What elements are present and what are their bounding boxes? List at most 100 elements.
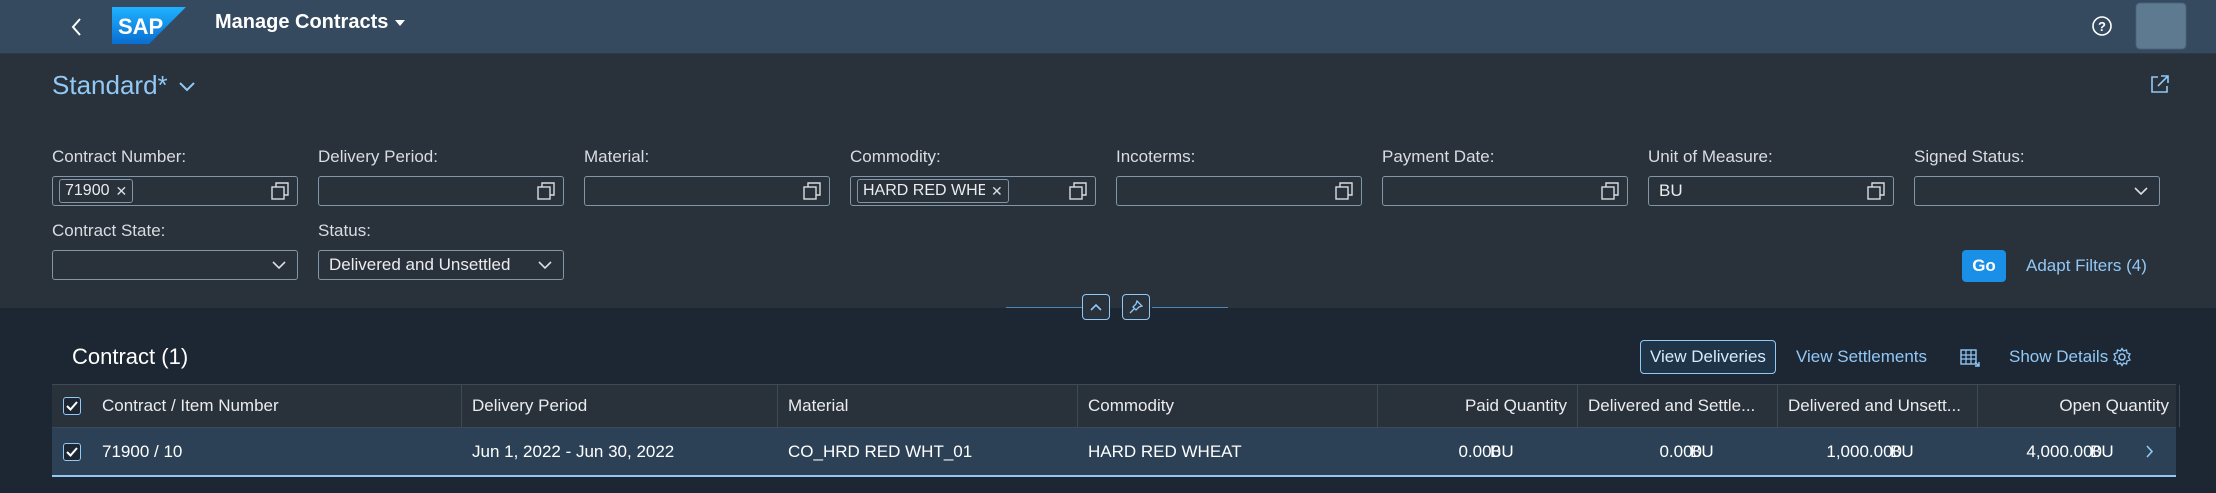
filter-label: Payment Date: (1382, 147, 1495, 166)
filter-label: Incoterms: (1116, 147, 1196, 166)
value-help-icon[interactable] (1335, 182, 1353, 200)
filter-contract-state: Contract State: (52, 220, 298, 280)
table-row[interactable]: 71900 / 10 Jun 1, 2022 - Jun 30, 2022 CO… (52, 428, 2176, 477)
filter-token[interactable]: 71900 ✕ (59, 179, 134, 203)
column-header[interactable]: Open Quantity (1978, 385, 2180, 427)
app-title-menu[interactable]: Manage Contracts (215, 11, 406, 34)
value-help-icon[interactable] (537, 182, 555, 200)
user-avatar[interactable] (2136, 3, 2186, 49)
filter-contract-number: Contract Number: 71900 ✕ (52, 146, 298, 206)
help-icon: ? (2092, 16, 2112, 36)
checkmark-icon (66, 401, 78, 411)
column-header[interactable]: Delivery Period (462, 385, 778, 427)
filter-payment-date: Payment Date: (1382, 146, 1628, 206)
collapse-header-button[interactable] (1082, 294, 1110, 320)
column-header[interactable]: Material (778, 385, 1078, 427)
chevron-down-icon (178, 81, 195, 91)
variant-management[interactable]: Standard* (52, 70, 196, 101)
contract-state-select[interactable] (52, 250, 298, 280)
unit-of-measure-input[interactable]: BU (1648, 176, 1894, 206)
chevron-down-icon[interactable] (537, 258, 553, 272)
share-button[interactable] (2146, 70, 2174, 98)
svg-text:SAP: SAP (118, 14, 163, 39)
table-settings-button[interactable] (2110, 340, 2134, 374)
filter-signed-status: Signed Status: (1914, 146, 2160, 206)
filter-material: Material: (584, 146, 830, 206)
contracts-table: Contract (1) View Deliveries View Settle… (52, 330, 2180, 492)
pin-icon (1129, 300, 1143, 314)
divider-line (1152, 307, 1228, 308)
column-header[interactable]: Paid Quantity (1378, 385, 1578, 427)
contract-number-input[interactable]: 71900 ✕ (52, 176, 298, 206)
status-select[interactable]: Delivered and Unsettled (318, 250, 564, 280)
view-settlements-button[interactable]: View Settlements (1796, 340, 1927, 374)
filter-label: Commodity: (850, 147, 941, 166)
back-button[interactable] (62, 12, 92, 42)
filter-delivery-period: Delivery Period: (318, 146, 564, 206)
table-title: Contract (1) (72, 344, 189, 369)
svg-text:?: ? (2098, 19, 2106, 34)
filter-token[interactable]: HARD RED WHEAT ✕ (857, 179, 1009, 203)
incoterms-input[interactable] (1116, 176, 1362, 206)
spreadsheet-export-icon (1960, 349, 1980, 367)
value-help-icon[interactable] (271, 182, 289, 200)
pin-header-button[interactable] (1122, 294, 1150, 320)
chevron-right-icon (2146, 445, 2154, 458)
show-details-button[interactable]: Show Details (2009, 340, 2108, 374)
triangle-down-icon (395, 19, 406, 26)
chevron-down-icon[interactable] (271, 258, 287, 272)
delivery-period-input[interactable] (318, 176, 564, 206)
cell-delivered-settled-uom: BU (1690, 442, 1714, 461)
sap-logo[interactable]: SAP (112, 7, 186, 44)
cell-delivery-period: Jun 1, 2022 - Jun 30, 2022 (472, 442, 675, 461)
value-help-icon[interactable] (803, 182, 821, 200)
table-header: Contract / Item Number Delivery Period M… (52, 384, 2180, 428)
filter-bar: Standard* Contract Number: 71900 ✕ Deliv… (0, 54, 2216, 308)
gear-icon (2113, 347, 2131, 367)
column-header[interactable]: Commodity (1078, 385, 1378, 427)
filter-incoterms: Incoterms: (1116, 146, 1362, 206)
field-value: BU (1659, 181, 1683, 200)
variant-name: Standard* (52, 70, 168, 100)
filter-label: Status: (318, 221, 371, 240)
signed-status-select[interactable] (1914, 176, 2160, 206)
column-header[interactable]: Delivered and Unsett... (1778, 385, 1978, 427)
filter-label: Delivery Period: (318, 147, 438, 166)
cell-paid-uom: BU (1490, 442, 1514, 461)
cell-commodity: HARD RED WHEAT (1088, 442, 1242, 461)
app-title: Manage Contracts (215, 11, 389, 33)
filter-commodity: Commodity: HARD RED WHEAT ✕ (850, 146, 1096, 206)
divider-line (1006, 307, 1082, 308)
go-button[interactable]: Go (1962, 250, 2006, 282)
row-checkbox[interactable] (63, 443, 81, 461)
cell-open-uom: BU (2090, 442, 2114, 461)
cell-material: CO_HRD RED WHT_01 (788, 442, 973, 461)
field-value: Delivered and Unsettled (329, 255, 511, 274)
remove-token-icon[interactable]: ✕ (991, 183, 1003, 200)
view-deliveries-button[interactable]: View Deliveries (1640, 340, 1776, 374)
column-header[interactable]: Delivered and Settle... (1578, 385, 1778, 427)
chevron-up-icon (1090, 303, 1102, 311)
chevron-left-icon (71, 18, 81, 36)
filter-status: Status: Delivered and Unsettled (318, 220, 564, 280)
help-button[interactable]: ? (2088, 12, 2116, 40)
column-header[interactable]: Contract / Item Number (92, 385, 462, 427)
export-button[interactable] (1958, 340, 1982, 374)
filter-label: Contract State: (52, 221, 166, 240)
value-help-icon[interactable] (1867, 182, 1885, 200)
remove-token-icon[interactable]: ✕ (116, 183, 128, 200)
select-all-checkbox[interactable] (63, 397, 81, 415)
cell-contract-item: 71900 / 10 (102, 442, 183, 461)
payment-date-input[interactable] (1382, 176, 1628, 206)
chevron-down-icon[interactable] (2133, 184, 2149, 198)
value-help-icon[interactable] (1069, 182, 1087, 200)
value-help-icon[interactable] (1601, 182, 1619, 200)
share-icon (2151, 75, 2169, 93)
row-navigation[interactable] (2144, 428, 2172, 475)
checkmark-icon (66, 447, 78, 457)
commodity-input[interactable]: HARD RED WHEAT ✕ (850, 176, 1096, 206)
adapt-filters-button[interactable]: Adapt Filters (4) (2026, 256, 2147, 276)
material-input[interactable] (584, 176, 830, 206)
filter-label: Signed Status: (1914, 147, 2025, 166)
filter-label: Unit of Measure: (1648, 147, 1773, 166)
